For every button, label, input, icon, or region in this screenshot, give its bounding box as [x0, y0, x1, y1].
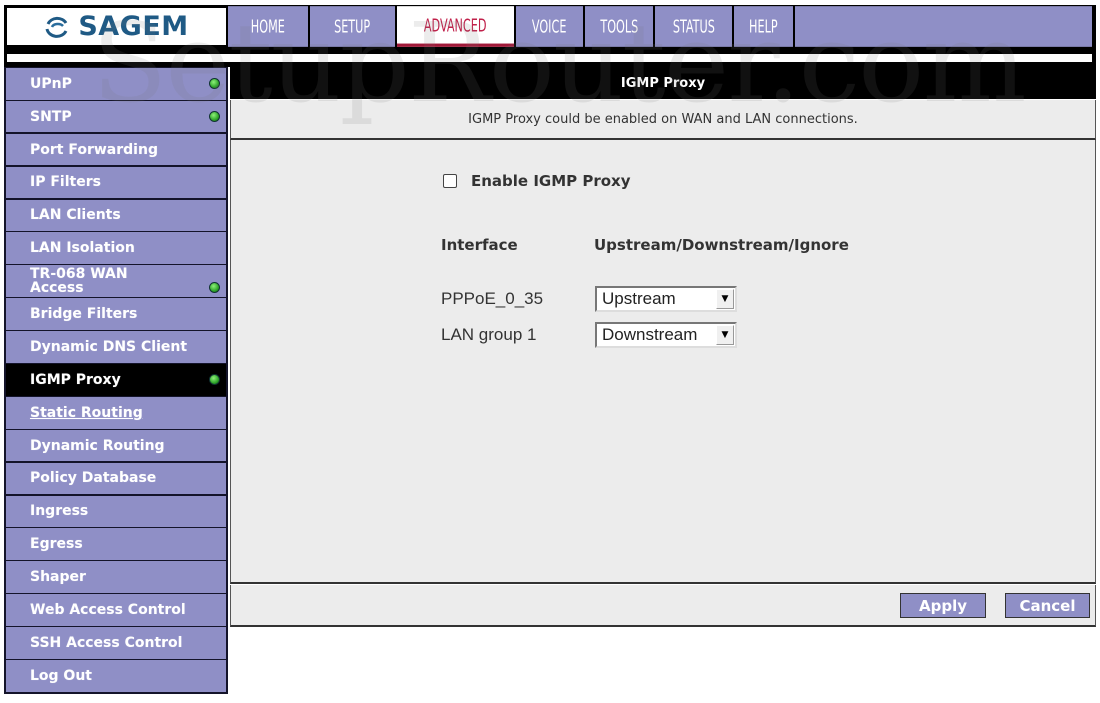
- tab-setup[interactable]: SETUP: [310, 6, 395, 47]
- tab-advanced[interactable]: ADVANCED: [397, 6, 514, 47]
- interface-name: LAN group 1: [441, 325, 537, 344]
- header-divider: [7, 54, 1092, 62]
- sidebar-item-bridge-filters[interactable]: Bridge Filters: [6, 298, 226, 330]
- lan-group-mode-select[interactable]: Downstream ▼: [595, 322, 737, 348]
- sidebar-item-log-out[interactable]: Log Out: [6, 660, 226, 692]
- tab-label: TOOLS: [600, 16, 638, 37]
- sidebar-item-web-access-control[interactable]: Web Access Control: [6, 594, 226, 626]
- enable-igmp-proxy-label[interactable]: Enable IGMP Proxy: [471, 172, 631, 190]
- tab-label: HOME: [250, 16, 286, 37]
- page-title: IGMP Proxy: [620, 75, 706, 91]
- sidebar-item-label: Dynamic DNS Client: [30, 338, 188, 355]
- sidebar-item-label: UPnP: [30, 75, 72, 92]
- cancel-button[interactable]: Cancel: [1005, 593, 1090, 618]
- chevron-down-icon[interactable]: ▼: [716, 289, 734, 309]
- tab-label: HELP: [749, 16, 778, 37]
- tab-voice[interactable]: VOICE: [516, 6, 583, 47]
- sidebar-item-label: Policy Database: [30, 470, 157, 487]
- enable-igmp-proxy-checkbox[interactable]: [443, 174, 457, 188]
- sidebar-item-lan-isolation[interactable]: LAN Isolation: [6, 232, 226, 265]
- description-bar: IGMP Proxy could be enabled on WAN and L…: [230, 100, 1096, 140]
- sidebar-item-label: SSH Access Control: [30, 634, 183, 651]
- column-header-interface: Interface: [441, 236, 518, 254]
- sidebar-item-upnp[interactable]: UPnP: [6, 68, 226, 100]
- sidebar-item-tr068-wan-access[interactable]: TR-068 WAN Access: [6, 265, 226, 297]
- sidebar-item-policy-database[interactable]: Policy Database: [6, 462, 226, 495]
- sidebar-item-dynamic-routing[interactable]: Dynamic Routing: [6, 429, 226, 462]
- page-title-bar: IGMP Proxy: [230, 67, 1096, 99]
- interface-name: PPPoE_0_35: [441, 289, 544, 308]
- sidebar-item-label: LAN Clients: [30, 207, 121, 224]
- tab-status[interactable]: STATUS: [655, 6, 732, 47]
- sidebar-item-sntp[interactable]: SNTP: [6, 100, 226, 133]
- pppoe-mode-select[interactable]: Upstream ▼: [595, 286, 737, 312]
- sidebar-item-shaper[interactable]: Shaper: [6, 561, 226, 593]
- page-description: IGMP Proxy could be enabled on WAN and L…: [468, 111, 858, 127]
- nav-filler: [795, 6, 1092, 47]
- sidebar-item-label: Log Out: [30, 667, 92, 684]
- sidebar-item-label: Ingress: [30, 503, 89, 520]
- sidebar-item-label: Dynamic Routing: [30, 437, 165, 454]
- sidebar-item-label: Shaper: [30, 569, 86, 586]
- tab-label: STATUS: [672, 16, 715, 37]
- status-dot-icon: [209, 78, 220, 90]
- tab-label: ADVANCED: [424, 14, 487, 36]
- sidebar-item-label: Bridge Filters: [30, 306, 138, 323]
- igmp-proxy-form: Enable IGMP Proxy Interface Upstream/Dow…: [230, 140, 1096, 584]
- sidebar-item-ip-filters[interactable]: IP Filters: [6, 166, 226, 199]
- sidebar-item-dynamic-dns-client[interactable]: Dynamic DNS Client: [6, 331, 226, 363]
- status-dot-icon: [209, 111, 220, 123]
- sidebar-item-label: Web Access Control: [30, 602, 186, 619]
- sidebar-item-static-routing[interactable]: Static Routing: [6, 396, 226, 429]
- sidebar-item-port-forwarding[interactable]: Port Forwarding: [6, 133, 226, 166]
- sidebar-item-label: SNTP: [30, 108, 72, 125]
- sagem-logo[interactable]: SAGEM: [7, 8, 226, 45]
- tab-home[interactable]: HOME: [228, 6, 308, 47]
- brand-name: SAGEM: [78, 11, 189, 42]
- sidebar-item-egress[interactable]: Egress: [6, 528, 226, 561]
- chevron-down-icon[interactable]: ▼: [716, 325, 734, 345]
- sidebar-item-label: LAN Isolation: [30, 240, 135, 257]
- status-dot-icon: [209, 374, 220, 386]
- sidebar-item-label: IGMP Proxy: [30, 371, 121, 388]
- tab-label: SETUP: [334, 16, 371, 37]
- status-dot-icon: [209, 281, 220, 293]
- action-bar: Apply Cancel: [230, 585, 1096, 627]
- sidebar-item-label: IP Filters: [30, 174, 101, 191]
- sagem-swirl-logo-icon: [45, 16, 68, 38]
- sidebar-item-lan-clients[interactable]: LAN Clients: [6, 199, 226, 232]
- select-value: Downstream: [602, 325, 698, 344]
- tab-label: VOICE: [532, 16, 567, 37]
- apply-button[interactable]: Apply: [900, 593, 986, 618]
- sidebar-item-label: Port Forwarding: [30, 141, 158, 158]
- sidebar-item-label: Egress: [30, 536, 83, 553]
- sidebar: UPnP SNTP Port Forwarding IP Filters LAN…: [4, 67, 228, 694]
- column-header-mode: Upstream/Downstream/Ignore: [594, 236, 849, 254]
- select-value: Upstream: [602, 289, 676, 308]
- tab-tools[interactable]: TOOLS: [585, 6, 653, 47]
- sidebar-item-igmp-proxy[interactable]: IGMP Proxy: [6, 364, 226, 396]
- sidebar-item-label: TR-068 WAN Access: [30, 266, 128, 297]
- tab-help[interactable]: HELP: [734, 6, 793, 47]
- enable-igmp-proxy-row: Enable IGMP Proxy: [443, 172, 631, 190]
- sidebar-item-ssh-access-control[interactable]: SSH Access Control: [6, 627, 226, 659]
- sidebar-item-ingress[interactable]: Ingress: [6, 495, 226, 528]
- top-navigation: HOME SETUP ADVANCED VOICE TOOLS STATUS H…: [228, 6, 1092, 47]
- sidebar-item-label: Static Routing: [30, 404, 143, 421]
